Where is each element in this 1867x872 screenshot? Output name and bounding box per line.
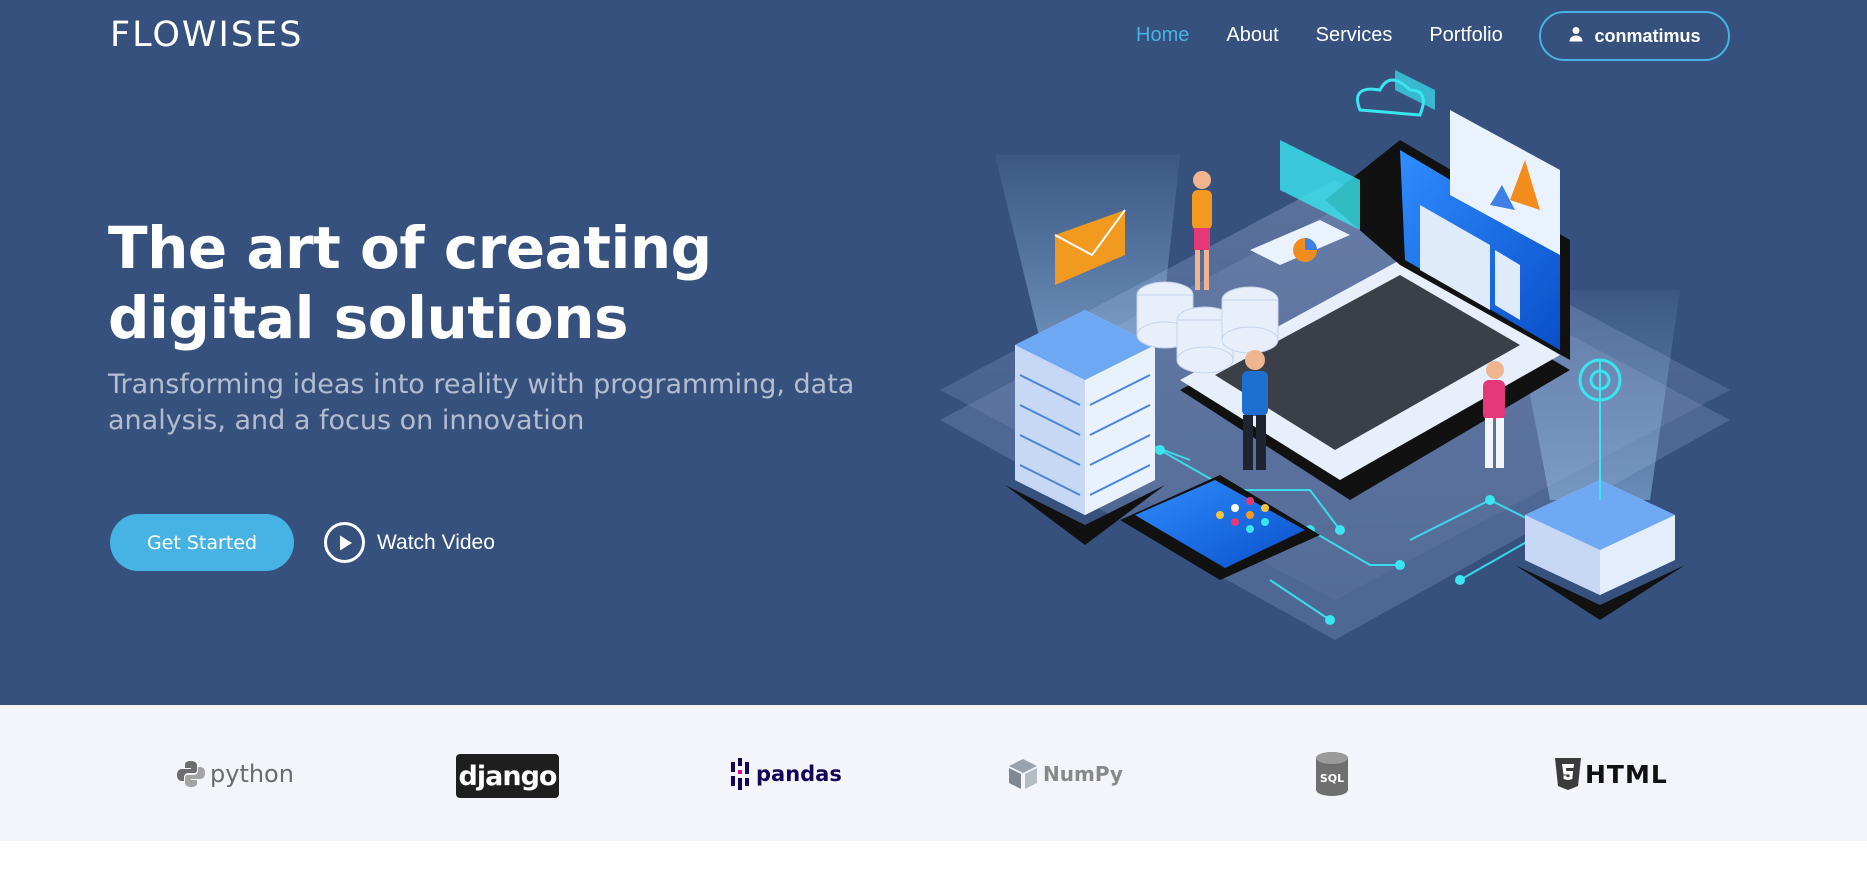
django-logo-icon: django <box>456 754 559 798</box>
get-started-button[interactable]: Get Started <box>110 514 294 571</box>
hero-section: FLOWISES Home About Services Portfolio c… <box>0 0 1867 705</box>
pandas-logo-text: pandas <box>756 762 842 786</box>
client-html[interactable]: HTML <box>1554 749 1668 799</box>
client-sql[interactable]: SQL <box>1314 749 1350 799</box>
nav-item-services[interactable]: Services <box>1316 24 1393 47</box>
python-logo-text: python <box>210 760 294 788</box>
client-django[interactable]: django <box>456 751 559 801</box>
sql-database-icon: SQL <box>1316 752 1348 796</box>
hero-subtitle: Transforming ideas into reality with pro… <box>108 369 855 436</box>
client-numpy[interactable]: NumPy <box>1006 749 1123 799</box>
user-icon <box>1568 26 1584 47</box>
nav-item-about[interactable]: About <box>1226 24 1278 47</box>
pandas-logo-icon <box>731 758 749 790</box>
main-nav: Home About Services Portfolio <box>1136 24 1503 47</box>
clients-logo-strip: python django pandas NumPy SQL HTML <box>0 705 1867 841</box>
client-pandas[interactable]: pandas <box>730 749 842 799</box>
nav-item-home[interactable]: Home <box>1136 24 1189 47</box>
nav-item-portfolio[interactable]: Portfolio <box>1429 24 1502 47</box>
play-circle-icon <box>324 522 365 563</box>
sql-logo-text: SQL <box>1320 772 1344 785</box>
numpy-logo-icon <box>1009 759 1037 789</box>
numpy-logo-text: NumPy <box>1043 762 1123 786</box>
django-logo-text: django <box>458 760 558 792</box>
user-account-button[interactable]: conmatimus <box>1539 11 1730 61</box>
html-logo-text: HTML <box>1585 759 1668 789</box>
brand-logo[interactable]: FLOWISES <box>110 15 303 55</box>
user-name: conmatimus <box>1594 25 1701 46</box>
html5-logo-icon <box>1555 758 1581 790</box>
hero-illustration <box>940 70 1730 640</box>
python-logo-icon <box>177 761 205 787</box>
watch-video-label: Watch Video <box>377 530 495 554</box>
watch-video-button[interactable]: Watch Video <box>324 522 495 563</box>
hero-title: The art of creating digital solutions <box>108 214 712 352</box>
client-python[interactable]: python <box>176 749 294 799</box>
